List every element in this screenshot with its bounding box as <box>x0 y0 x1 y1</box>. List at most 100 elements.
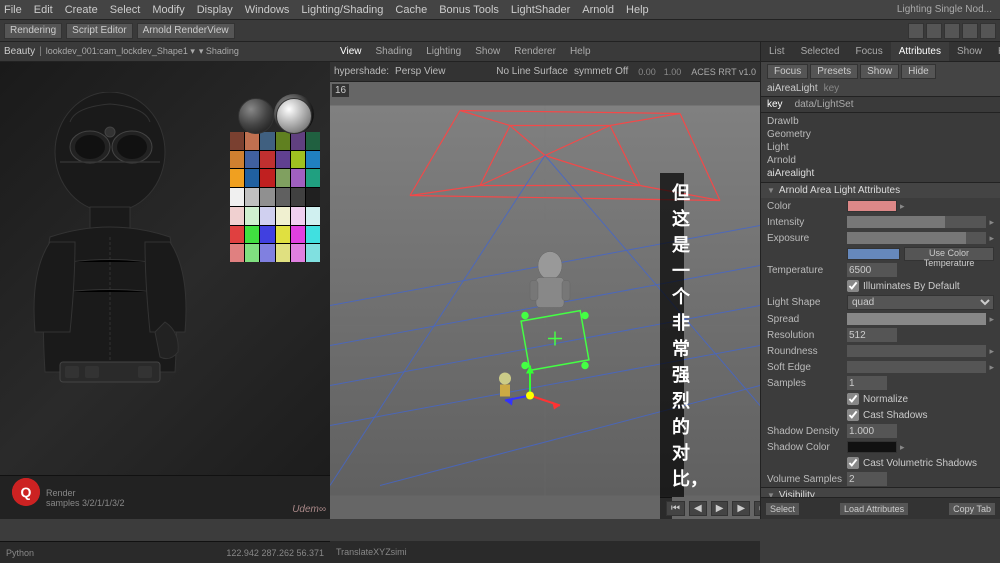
exposure-attr: Exposure ▸ <box>761 230 1000 246</box>
intensity-slider[interactable] <box>847 216 986 228</box>
select-button[interactable]: Select <box>765 502 800 516</box>
color-attr: Color ▸ <box>761 198 1000 214</box>
presets-btn[interactable]: Presets <box>810 64 858 79</box>
attr-content[interactable]: DrawIb Geometry Light Arnold aiArealight… <box>761 113 1000 497</box>
viewport-tab-show[interactable]: Show <box>469 46 506 57</box>
volumetric-checkbox[interactable] <box>847 457 859 469</box>
color-swatch-cell <box>276 132 290 150</box>
roundness-slider[interactable] <box>847 345 986 357</box>
roundness-attr: Roundness ▸ <box>761 343 1000 359</box>
viewport-tab-renderer[interactable]: Renderer <box>508 46 562 57</box>
viewport-tab-view[interactable]: View <box>334 46 368 57</box>
menu-lighting[interactable]: Lighting/Shading <box>301 4 383 16</box>
node-item-aiarea[interactable]: aiArealight <box>767 167 994 180</box>
node-item-geometry[interactable]: Geometry <box>767 128 994 141</box>
normalize-checkbox[interactable] <box>847 393 859 405</box>
resolution-input[interactable] <box>847 328 897 342</box>
right-tab-list[interactable]: List <box>761 42 793 61</box>
right-tab-help[interactable]: Help <box>990 42 1000 61</box>
shadow-color-expand[interactable]: ▸ <box>900 442 905 453</box>
menu-edit[interactable]: Edit <box>34 4 53 16</box>
menu-windows[interactable]: Windows <box>245 4 290 16</box>
use-color-temp-btn[interactable]: Use Color Temperature <box>904 247 994 261</box>
exposure-expand[interactable]: ▸ <box>989 233 994 244</box>
color-temp-gradient[interactable] <box>847 248 900 260</box>
viewport-tab-lighting[interactable]: Lighting <box>420 46 467 57</box>
toolbar-icon-3[interactable] <box>944 23 960 39</box>
hide-btn[interactable]: Hide <box>901 64 936 79</box>
shadow-density-input[interactable] <box>847 424 897 438</box>
roundness-expand[interactable]: ▸ <box>989 346 994 357</box>
node-item-drawib[interactable]: DrawIb <box>767 115 994 128</box>
viewport-tab-shading[interactable]: Shading <box>370 46 419 57</box>
illuminates-checkbox[interactable] <box>847 280 859 292</box>
attr-tab-data[interactable]: data/LightSet <box>789 97 860 112</box>
color-swatch-cell <box>260 151 274 169</box>
toolbar-icon-2[interactable] <box>926 23 942 39</box>
timeline-play-btn[interactable]: ▶ <box>711 501 729 516</box>
arnold-renderview-btn[interactable]: Arnold RenderView <box>137 23 235 39</box>
timeline-start-btn[interactable]: ⏮ <box>666 501 685 516</box>
rendering-btn[interactable]: Rendering <box>4 23 62 39</box>
menu-create[interactable]: Create <box>65 4 98 16</box>
spread-slider[interactable] <box>847 313 986 325</box>
viewport-tab-help[interactable]: Help <box>564 46 597 57</box>
copy-tab-button[interactable]: Copy Tab <box>948 502 996 516</box>
menu-modify[interactable]: Modify <box>152 4 184 16</box>
temperature-input[interactable] <box>847 263 897 277</box>
right-tab-attributes[interactable]: Attributes <box>891 42 949 61</box>
toolbar-icon-5[interactable] <box>980 23 996 39</box>
menu-file[interactable]: File <box>4 4 22 16</box>
color-swatch-cell <box>276 151 290 169</box>
menu-bonus[interactable]: Bonus Tools <box>439 4 499 16</box>
soft-edge-slider[interactable] <box>847 361 986 373</box>
color-swatch-cell <box>291 151 305 169</box>
script-editor-btn[interactable]: Script Editor <box>66 23 132 39</box>
node-item-arnold[interactable]: Arnold <box>767 154 994 167</box>
visibility-section: ▼ Visibility Diffuse Specular SSS Indire… <box>761 488 1000 497</box>
symmetry-off[interactable]: symmetr Off <box>574 66 628 77</box>
samples-input[interactable] <box>847 376 887 390</box>
load-attributes-button[interactable]: Load Attributes <box>839 502 909 516</box>
color-expand-icon[interactable]: ▸ <box>900 201 905 212</box>
illuminates-label: Illuminates By Default <box>863 281 960 292</box>
soft-edge-expand[interactable]: ▸ <box>989 362 994 373</box>
show-btn[interactable]: Show <box>860 64 899 79</box>
arnold-area-section-header[interactable]: ▼ Arnold Area Light Attributes <box>761 183 1000 198</box>
light-shape-select[interactable]: quad disk cylinder <box>847 295 994 310</box>
timeline-prev-btn[interactable]: ◀ <box>689 501 707 516</box>
right-tab-focus[interactable]: Focus <box>847 42 890 61</box>
right-tab-show[interactable]: Show <box>949 42 990 61</box>
intensity-expand[interactable]: ▸ <box>989 217 994 228</box>
color-swatch-cell <box>260 207 274 225</box>
cast-shadows-checkbox[interactable] <box>847 409 859 421</box>
menu-arnold[interactable]: Arnold <box>582 4 614 16</box>
color-swatch[interactable] <box>847 200 897 212</box>
3d-scene-area[interactable]: 16 <box>330 82 760 519</box>
spread-expand[interactable]: ▸ <box>989 314 994 325</box>
menu-display[interactable]: Display <box>197 4 233 16</box>
volume-samples-input[interactable] <box>847 472 887 486</box>
shadow-color-swatch[interactable] <box>847 441 897 453</box>
menu-help[interactable]: Help <box>626 4 649 16</box>
right-tab-selected[interactable]: Selected <box>793 42 848 61</box>
persp-view-label[interactable]: Persp View <box>395 66 445 77</box>
menu-cache[interactable]: Cache <box>395 4 427 16</box>
color-checker-grid <box>230 132 320 262</box>
left-panel-mode[interactable]: Beauty <box>4 46 35 57</box>
toolbar-icon-4[interactable] <box>962 23 978 39</box>
no-line-surface[interactable]: No Line Surface <box>496 66 568 77</box>
toolbar-icon-1[interactable] <box>908 23 924 39</box>
menu-select[interactable]: Select <box>110 4 141 16</box>
timeline-next-btn[interactable]: ▶ <box>732 501 750 516</box>
visibility-section-header[interactable]: ▼ Visibility <box>761 488 1000 497</box>
shadow-density-label: Shadow Density <box>767 426 847 437</box>
attr-tab-key[interactable]: key <box>761 97 789 112</box>
spread-label: Spread <box>767 314 847 325</box>
menu-lightshader[interactable]: LightShader <box>511 4 570 16</box>
exposure-slider[interactable] <box>847 232 986 244</box>
node-item-light[interactable]: Light <box>767 141 994 154</box>
timeline-end-btn[interactable]: ⏭ <box>754 501 760 516</box>
focus-btn[interactable]: Focus <box>767 64 808 79</box>
render-viewport[interactable] <box>0 62 330 519</box>
